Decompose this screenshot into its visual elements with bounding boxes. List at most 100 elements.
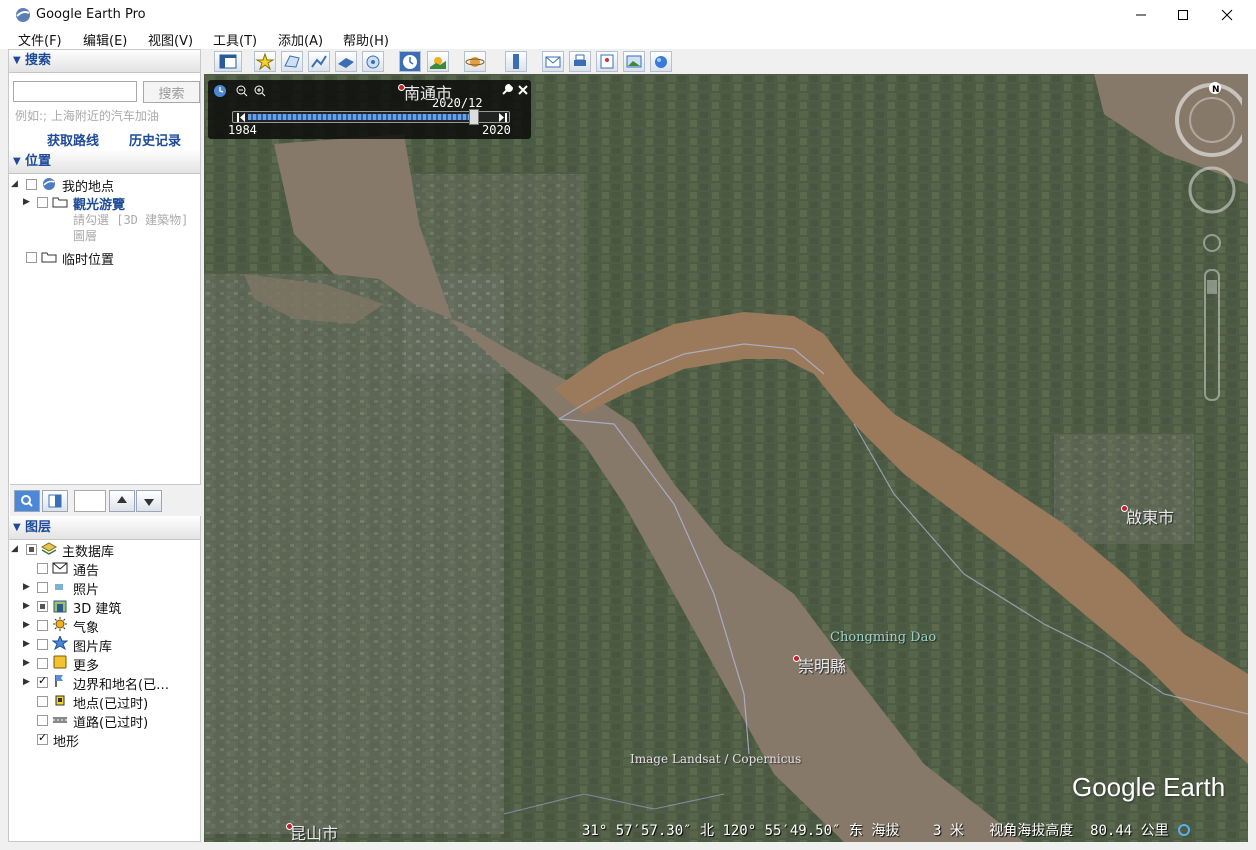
menu-file[interactable]: 文件(F)	[18, 30, 62, 49]
search-section-header[interactable]: ▼ 搜索	[9, 50, 200, 73]
menu-add[interactable]: 添加(A)	[278, 30, 323, 49]
clock-icon[interactable]	[213, 84, 227, 98]
maximize-button[interactable]	[1160, 0, 1206, 30]
search-input[interactable]	[13, 81, 137, 102]
checkbox[interactable]	[26, 544, 37, 555]
checkbox[interactable]	[37, 582, 48, 593]
places-item-sightseeing[interactable]: ▶ 觀光游覽	[9, 194, 199, 213]
sidebar-toggle-button[interactable]	[214, 51, 242, 72]
view-in-maps-button[interactable]	[596, 51, 618, 72]
search-button[interactable]: 搜索	[143, 81, 200, 103]
zoom-in-icon[interactable]	[253, 84, 267, 98]
record-tour-button[interactable]	[362, 51, 384, 72]
map-label-qidong[interactable]: 啟東市	[1126, 504, 1174, 528]
layer-primary-database[interactable]: ◢ 主数据库	[9, 541, 199, 560]
email-button[interactable]	[542, 51, 564, 72]
map-label-nantong[interactable]: 南通市	[404, 80, 452, 104]
expand-arrow-icon[interactable]: ▶	[23, 197, 33, 207]
search-places-button[interactable]	[14, 490, 40, 512]
checkbox[interactable]	[26, 252, 37, 263]
add-polygon-button[interactable]	[281, 51, 303, 72]
zoom-slider[interactable]	[1203, 234, 1221, 401]
map-label-chongming-county[interactable]: 崇明縣	[798, 653, 846, 677]
building-icon	[53, 600, 67, 613]
layer-label: 图片库	[73, 640, 113, 655]
earth-button[interactable]	[650, 51, 672, 72]
checkbox[interactable]	[37, 197, 48, 208]
road-icon	[53, 717, 67, 723]
map-label-chongming-dao[interactable]: Chongming Dao	[830, 630, 936, 645]
get-route-link[interactable]: 获取路线	[47, 130, 99, 149]
slider-thumb[interactable]	[468, 109, 479, 125]
slider-track[interactable]	[232, 109, 510, 125]
checkbox[interactable]	[37, 658, 48, 669]
menu-tools[interactable]: 工具(T)	[213, 30, 257, 49]
skip-back-icon[interactable]	[237, 113, 245, 122]
layer-more[interactable]: ▶ 更多	[9, 655, 199, 674]
layer-gallery[interactable]: ▶ 图片库	[9, 636, 199, 655]
layer-3d-buildings[interactable]: ▶ 3D 建筑	[9, 598, 199, 617]
imagery-credit: Image Landsat / Copernicus	[630, 752, 802, 766]
layer-borders-labels[interactable]: ▶ 边界和地名(已…	[9, 674, 199, 693]
menu-edit[interactable]: 编辑(E)	[83, 30, 127, 49]
menu-help[interactable]: 帮助(H)	[343, 30, 389, 49]
layer-notices[interactable]: 通告	[9, 560, 199, 579]
checkbox[interactable]	[37, 620, 48, 631]
move-up-button[interactable]	[109, 490, 135, 512]
expand-arrow-icon[interactable]: ▶	[23, 677, 33, 687]
checkbox[interactable]	[37, 563, 48, 574]
checkbox[interactable]	[37, 715, 48, 726]
wrench-icon[interactable]	[500, 83, 514, 97]
checkbox[interactable]	[26, 179, 37, 190]
ruler-button[interactable]	[505, 51, 527, 72]
historical-imagery-button[interactable]	[399, 51, 421, 72]
close-icon[interactable]	[517, 84, 529, 96]
checkbox[interactable]	[37, 696, 48, 707]
checkbox[interactable]	[37, 601, 48, 612]
layer-weather[interactable]: ▶ 气象	[9, 617, 199, 636]
close-button[interactable]	[1204, 0, 1250, 30]
save-image-button[interactable]	[623, 51, 645, 72]
expand-arrow-icon[interactable]: ▶	[23, 658, 33, 668]
history-link[interactable]: 历史记录	[129, 130, 181, 149]
layer-terrain[interactable]: 地形	[9, 731, 199, 750]
places-blank-field[interactable]	[74, 490, 106, 512]
move-down-button[interactable]	[136, 490, 162, 512]
print-button[interactable]	[569, 51, 591, 72]
map-view[interactable]: 2020/12 1984 2020 南通市 啟東市 Chongming Dao …	[204, 74, 1248, 842]
layer-roads[interactable]: 道路(已过时)	[9, 712, 199, 731]
places-section-header[interactable]: ▼ 位置	[9, 151, 200, 174]
places-item-my-places[interactable]: ◢ 我的地点	[9, 176, 199, 195]
menu-view[interactable]: 视图(V)	[148, 30, 193, 49]
minimize-button[interactable]	[1118, 0, 1164, 30]
collapse-triangle-icon: ▼	[13, 55, 21, 66]
map-label-kunshan[interactable]: 昆山市	[290, 820, 338, 842]
panel-icon	[48, 494, 62, 508]
collapse-arrow-icon[interactable]: ◢	[11, 544, 21, 554]
layer-photos[interactable]: ▶ 照片	[9, 579, 199, 598]
checkbox[interactable]	[37, 639, 48, 650]
expand-arrow-icon[interactable]: ▶	[23, 620, 33, 630]
switch-planet-button[interactable]	[464, 51, 486, 72]
sunlight-button[interactable]	[427, 51, 449, 72]
checkbox[interactable]	[37, 674, 48, 688]
skip-forward-icon[interactable]	[499, 113, 507, 122]
layers-section-header[interactable]: ▼ 图层	[9, 517, 200, 540]
expand-arrow-icon[interactable]: ▶	[23, 639, 33, 649]
maps-icon	[600, 54, 614, 69]
zoom-out-icon[interactable]	[235, 84, 249, 98]
move-control[interactable]	[1188, 166, 1236, 214]
expand-arrow-icon[interactable]: ▶	[23, 601, 33, 611]
placemark-icon	[255, 52, 275, 71]
add-overlay-button[interactable]	[335, 51, 357, 72]
add-placemark-button[interactable]	[254, 51, 276, 72]
maximize-icon	[1178, 10, 1188, 20]
toggle-panel-button[interactable]	[42, 490, 68, 512]
collapse-arrow-icon[interactable]: ◢	[11, 179, 21, 189]
places-item-temporary[interactable]: 临时位置	[9, 249, 199, 268]
layer-places[interactable]: 地点(已过时)	[9, 693, 199, 712]
look-control[interactable]: N	[1175, 82, 1242, 157]
expand-arrow-icon[interactable]: ▶	[23, 582, 33, 592]
checkbox[interactable]	[37, 731, 48, 745]
add-path-button[interactable]	[308, 51, 330, 72]
